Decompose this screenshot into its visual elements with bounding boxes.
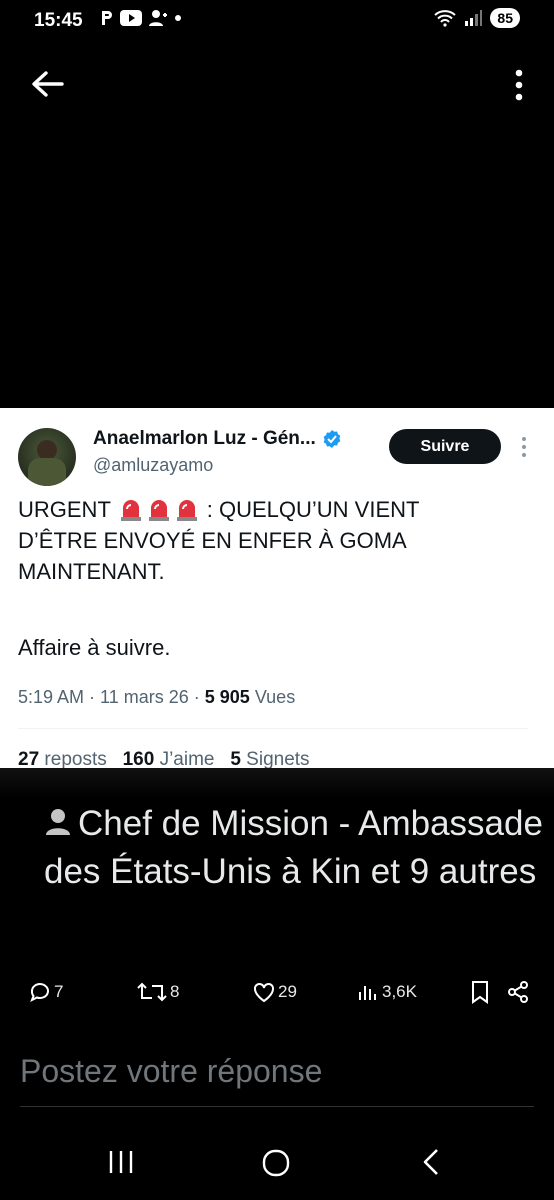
status-icons-left [100,9,182,27]
arrow-left-icon [32,71,64,97]
tweet-time: 5:19 AM [18,687,85,707]
tweet-line-1: URGENT : QUELQU’UN VIENT [18,494,528,525]
tweet-line-2: D’ÊTRE ENVOYÉ EN ENFER À GOMA [18,528,407,553]
siren-icon [120,500,141,521]
follow-button: Suivre [389,429,501,464]
reposts-count: 27 [18,749,40,768]
avatar [18,428,76,486]
dot-icon [175,15,181,21]
repost-action[interactable]: 8 [136,980,179,1004]
views-icon [359,986,376,1000]
action-bar: 7 8 29 3,6K [0,980,554,1012]
repost-icon [137,982,167,1002]
tweet-stats: 27 reposts 160 J’aime 5 Signets [18,749,310,768]
kebab-icon [515,69,523,101]
views-label: Vues [254,687,296,707]
system-nav-bar [0,1125,554,1200]
tweet-followup: Affaire à suivre. [18,635,171,660]
home-icon[interactable] [260,1148,292,1178]
signal-icon [465,10,483,26]
person-icon [46,809,70,835]
wifi-icon [434,10,457,27]
tweet-prefix: URGENT [18,497,111,522]
share-icon [508,981,528,1003]
heart-icon [254,982,274,1003]
tweet-meta: 5:19 AM · 11 mars 26 · 5 905 Vues [18,687,296,707]
tweet-screenshot[interactable]: Anaelmarlon Luz - Gén... @amluzayamo Sui… [0,408,554,768]
status-icons-right: 85 [434,8,520,28]
likes-count: 160 [122,749,155,768]
like-count: 29 [278,982,297,1001]
more-options-button[interactable] [514,66,524,106]
like-action[interactable]: 29 [252,980,297,1004]
reply-count: 7 [54,982,64,1001]
siren-emojis [117,497,207,522]
parking-icon [102,11,112,25]
recent-apps-icon[interactable] [106,1149,136,1175]
bookmarks-label: Signets [246,749,310,768]
person-add-icon [149,10,167,26]
author-handle: @amluzayamo [93,455,214,475]
back-nav-icon[interactable] [420,1147,442,1177]
reply-action[interactable]: 7 [28,980,63,1004]
reply-icon [30,983,49,1003]
card-more-icon [520,436,528,458]
views-count: 5 905 [204,687,250,707]
reply-input[interactable]: Postez votre réponse [20,1053,322,1090]
tagged-users[interactable]: Chef de Mission - Ambassade des États-Un… [44,800,544,896]
share-action[interactable] [506,980,530,1004]
siren-icon [148,500,169,521]
bookmarks-count: 5 [230,749,241,768]
divider [18,728,528,729]
verified-badge-icon [323,430,341,448]
author-name-text: Anaelmarlon Luz - Gén... [93,428,316,449]
siren-icon [176,500,197,521]
reposts-label: reposts [44,749,107,768]
status-time: 15:45 [34,10,83,31]
tagged-users-text: Chef de Mission - Ambassade des États-Un… [44,804,543,891]
author-name: Anaelmarlon Luz - Gén... [93,428,342,450]
reply-divider [20,1106,534,1107]
image-fade [0,768,554,798]
bookmark-action[interactable] [469,980,491,1004]
tweet-line-3: MAINTENANT. [18,559,165,584]
youtube-icon [120,10,142,26]
tweet-date: 11 mars 26 [100,687,189,707]
views-action[interactable]: 3,6K [356,980,417,1004]
bookmark-icon [472,981,488,1004]
back-button[interactable] [28,64,68,104]
tweet-line-1-suffix: : QUELQU’UN VIENT [206,497,420,522]
tweet-text: URGENT : QUELQU’UN VIENT D’ÊTRE ENVOYÉ E… [18,494,528,587]
repost-count: 8 [170,982,180,1001]
views-action-count: 3,6K [382,982,417,1001]
likes-label: J’aime [159,749,215,768]
battery-level: 85 [490,8,520,28]
